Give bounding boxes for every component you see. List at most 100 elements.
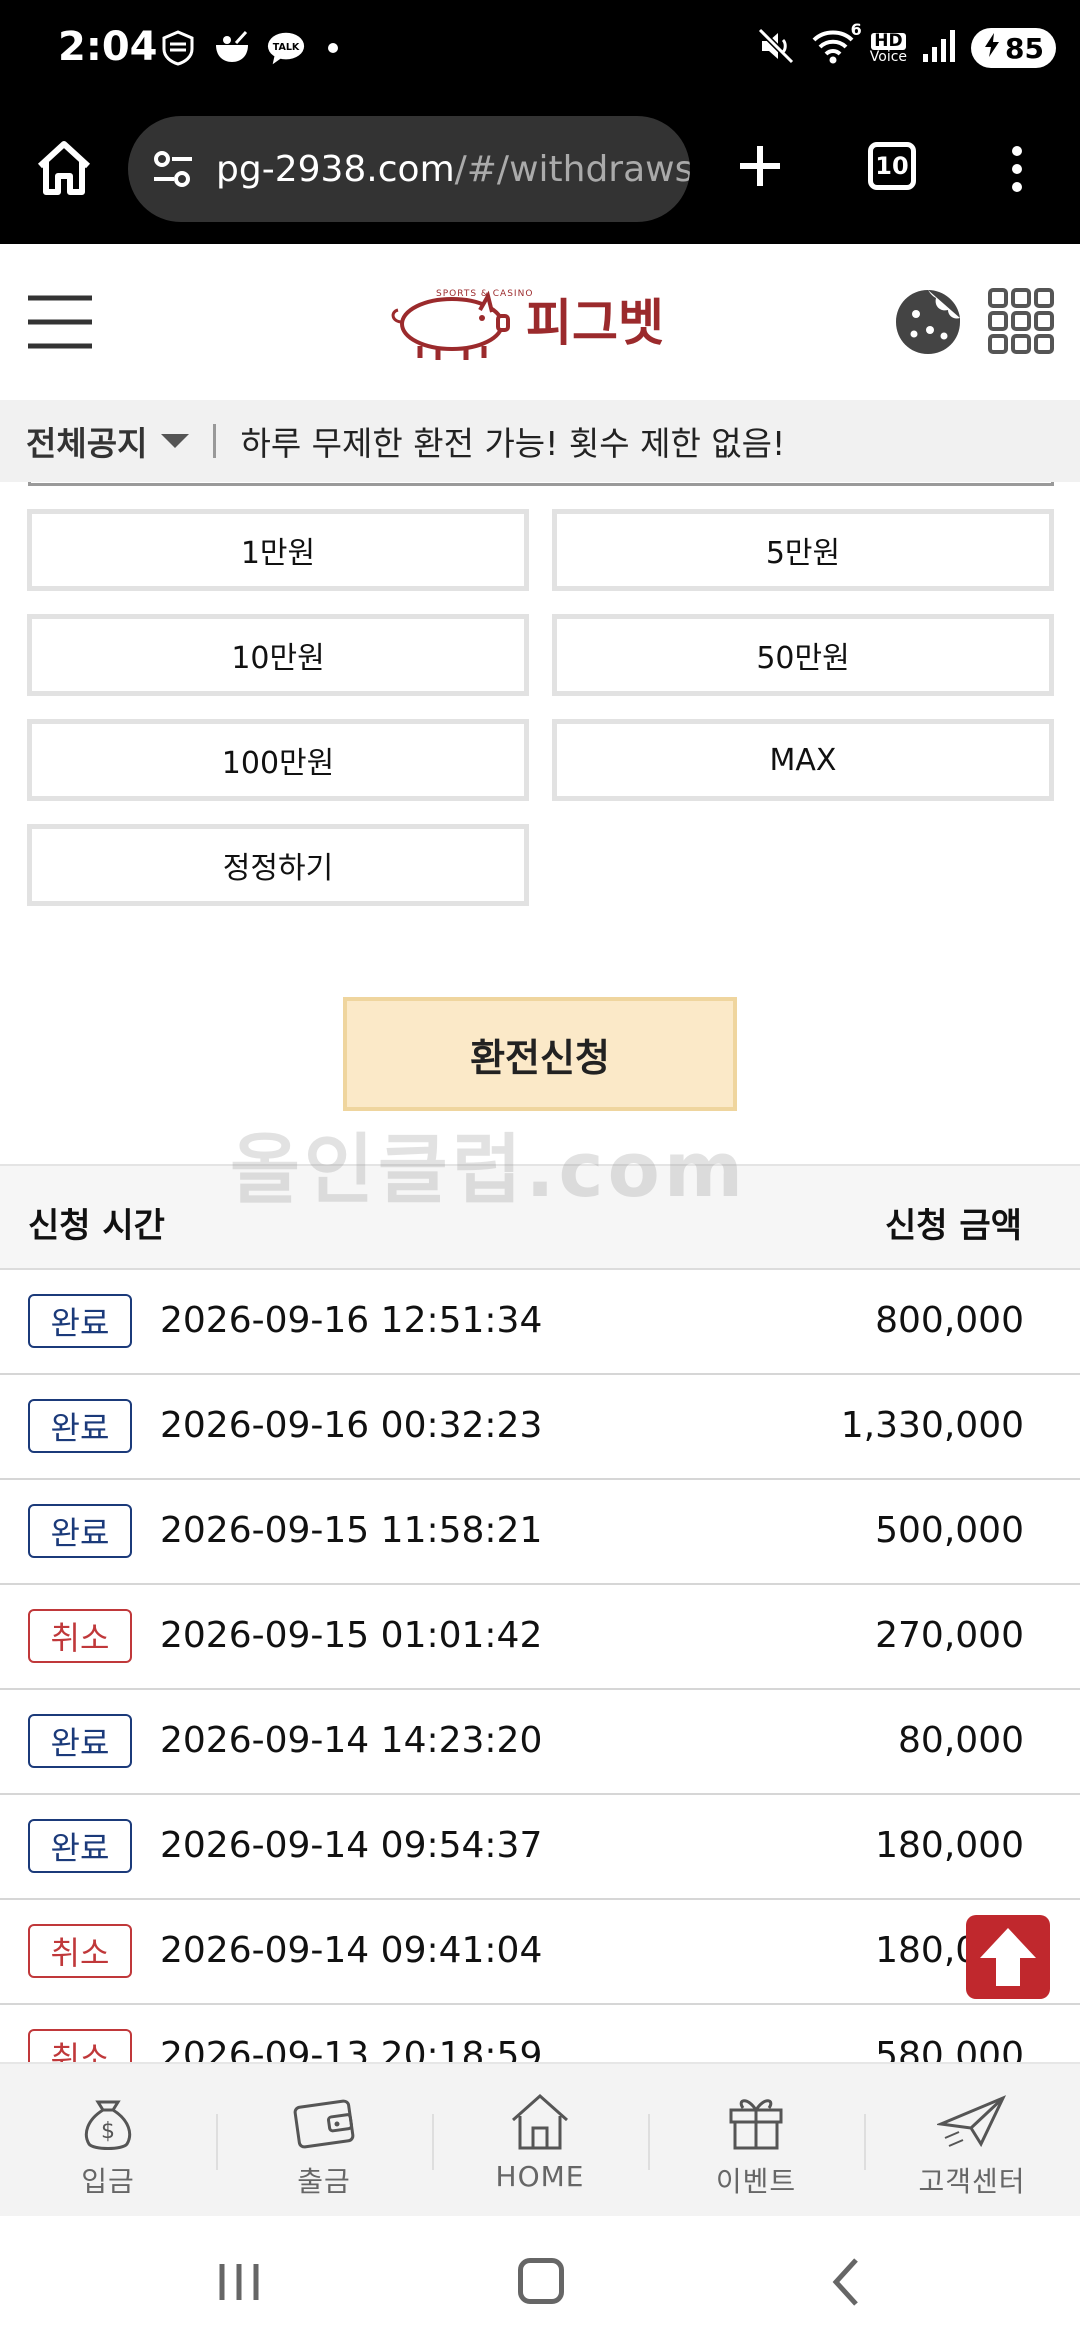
charging-icon xyxy=(983,32,1001,65)
new-tab-icon[interactable] xyxy=(732,134,788,198)
status-badge: 완료 xyxy=(28,1714,132,1768)
amount-50k-button[interactable]: 5만원 xyxy=(552,509,1054,591)
request-amount: 1,330,000 xyxy=(840,1405,1024,1446)
status-badge: 완료 xyxy=(28,1399,132,1453)
nav-withdraw[interactable]: 출금 xyxy=(216,2064,432,2218)
battery-level: 85 xyxy=(1005,31,1044,65)
url-host: pg-2938.com xyxy=(216,148,455,190)
request-time: 2026-09-16 12:51:34 xyxy=(160,1300,543,1341)
house-icon xyxy=(512,2093,568,2150)
column-header-amount: 신청 금액 xyxy=(885,1206,1022,1246)
nav-deposit[interactable]: $ 입금 xyxy=(0,2064,216,2218)
amount-1m-button[interactable]: 100만원 xyxy=(27,719,529,801)
table-row[interactable]: 완료 2026-09-15 11:58:21 500,000 xyxy=(0,1480,1080,1585)
table-header: 신청 시간 신청 금액 xyxy=(0,1164,1080,1270)
nav-customer-center[interactable]: 고객센터 xyxy=(864,2064,1080,2218)
request-time: 2026-09-14 09:41:04 xyxy=(160,1930,543,1971)
logo-text: 피그벳 xyxy=(526,294,664,352)
hamburger-menu-icon[interactable] xyxy=(26,292,94,352)
money-bag-icon: $ xyxy=(84,2100,132,2150)
paper-plane-icon xyxy=(937,2095,1007,2148)
nav-label: HOME xyxy=(495,2160,585,2193)
scroll-to-top-button[interactable] xyxy=(966,1915,1050,1999)
reset-amount-button[interactable]: 정정하기 xyxy=(27,824,529,906)
back-icon[interactable] xyxy=(826,2256,866,2308)
status-time: 2:04 xyxy=(58,24,158,70)
url-path: /#/withdraws xyxy=(454,148,690,190)
request-amount: 180,000 xyxy=(875,1825,1024,1866)
notification-icons: TALK xyxy=(158,28,338,68)
request-amount: 270,000 xyxy=(875,1615,1024,1656)
amount-500k-button[interactable]: 50만원 xyxy=(552,614,1054,696)
talk-app-icon: TALK xyxy=(266,28,306,68)
wallet-icon xyxy=(293,2099,355,2149)
battery-indicator: 85 xyxy=(971,28,1056,68)
arrow-up-icon xyxy=(980,1928,1036,1986)
status-badge: 완료 xyxy=(28,1504,132,1558)
wifi-badge: 6 xyxy=(850,20,862,39)
table-row[interactable]: 완료 2026-09-14 09:54:37 180,000 xyxy=(0,1795,1080,1900)
status-bar: 2:04 TALK 6 HD Voice 85 xyxy=(0,0,1080,100)
table-row[interactable]: 취소 2026-09-15 01:01:42 270,000 xyxy=(0,1585,1080,1690)
shield-app-icon xyxy=(158,28,198,68)
request-time: 2026-09-14 09:54:37 xyxy=(160,1825,543,1866)
more-notifications-dot xyxy=(328,43,338,53)
amount-max-button[interactable]: MAX xyxy=(552,719,1054,801)
table-row[interactable]: 완료 2026-09-16 00:32:23 1,330,000 xyxy=(0,1375,1080,1480)
status-badge: 취소 xyxy=(28,1924,132,1978)
column-header-time: 신청 시간 xyxy=(28,1206,165,1246)
nav-event[interactable]: 이벤트 xyxy=(648,2064,864,2218)
system-navigation-bar xyxy=(0,2216,1080,2340)
browser-home-icon[interactable] xyxy=(32,136,96,200)
status-badge: 완료 xyxy=(28,1819,132,1873)
signal-icon xyxy=(921,28,957,68)
notice-text[interactable]: 하루 무제한 환전 가능! 횟수 제한 없음! xyxy=(240,417,785,465)
browser-menu-icon[interactable] xyxy=(1002,144,1032,194)
recents-icon[interactable] xyxy=(216,2260,262,2304)
hd-label: HD xyxy=(871,32,906,50)
address-bar[interactable]: pg-2938.com/#/withdraws xyxy=(128,116,690,222)
withdraw-apply-button[interactable]: 환전신청 xyxy=(343,997,737,1111)
status-badge: 완료 xyxy=(28,1294,132,1348)
notice-divider xyxy=(213,424,217,458)
notice-bar: 전체공지 하루 무제한 환전 가능! 횟수 제한 없음! xyxy=(0,400,1080,482)
request-amount: 80,000 xyxy=(898,1720,1024,1761)
system-icons: 6 HD Voice 85 xyxy=(756,20,1056,70)
request-time: 2026-09-14 14:23:20 xyxy=(160,1720,543,1761)
gift-icon xyxy=(729,2099,783,2150)
nav-label: 입금 xyxy=(81,2165,135,2198)
svg-text:$: $ xyxy=(101,2119,115,2144)
tab-switcher-button[interactable]: 10 xyxy=(868,142,916,190)
svg-text:TALK: TALK xyxy=(273,42,300,53)
bowl-app-icon xyxy=(212,28,252,68)
request-amount: 800,000 xyxy=(875,1300,1024,1341)
nav-label: 이벤트 xyxy=(715,2165,797,2198)
amount-10k-button[interactable]: 1만원 xyxy=(27,509,529,591)
request-time: 2026-09-15 11:58:21 xyxy=(160,1510,543,1551)
pig-logo-icon xyxy=(391,290,510,360)
wifi-icon: 6 xyxy=(810,20,862,70)
grid-menu-icon[interactable] xyxy=(988,288,1054,354)
table-row[interactable]: 완료 2026-09-16 12:51:34 800,000 xyxy=(0,1270,1080,1375)
notice-category-dropdown[interactable]: 전체공지 xyxy=(26,417,147,465)
system-home-button[interactable] xyxy=(518,2258,564,2304)
browser-toolbar: pg-2938.com/#/withdraws 10 xyxy=(0,100,1080,244)
table-row[interactable]: 취소 2026-09-14 09:41:04 180,000 xyxy=(0,1900,1080,2005)
nav-home[interactable]: HOME xyxy=(432,2064,648,2218)
caret-down-icon[interactable] xyxy=(161,434,190,448)
request-amount: 500,000 xyxy=(875,1510,1024,1551)
voice-label: Voice xyxy=(869,48,908,65)
table-row[interactable]: 완료 2026-09-14 14:23:20 80,000 xyxy=(0,1690,1080,1795)
url-text: pg-2938.com/#/withdraws xyxy=(216,149,690,190)
cookie-icon[interactable] xyxy=(894,288,962,356)
amount-100k-button[interactable]: 10만원 xyxy=(27,614,529,696)
mute-icon xyxy=(756,26,796,70)
bottom-navigation: $ 입금 출금 HOME 이벤트 고객센터 xyxy=(0,2062,1080,2216)
amount-input-edge[interactable] xyxy=(28,482,1054,486)
status-badge: 취소 xyxy=(28,1609,132,1663)
site-settings-icon[interactable] xyxy=(150,146,196,192)
nav-label: 출금 xyxy=(297,2165,351,2198)
site-header: SPORTS & CASINO 피그벳 xyxy=(0,244,1080,400)
site-logo[interactable]: SPORTS & CASINO 피그벳 xyxy=(380,280,710,366)
request-time: 2026-09-16 00:32:23 xyxy=(160,1405,543,1446)
